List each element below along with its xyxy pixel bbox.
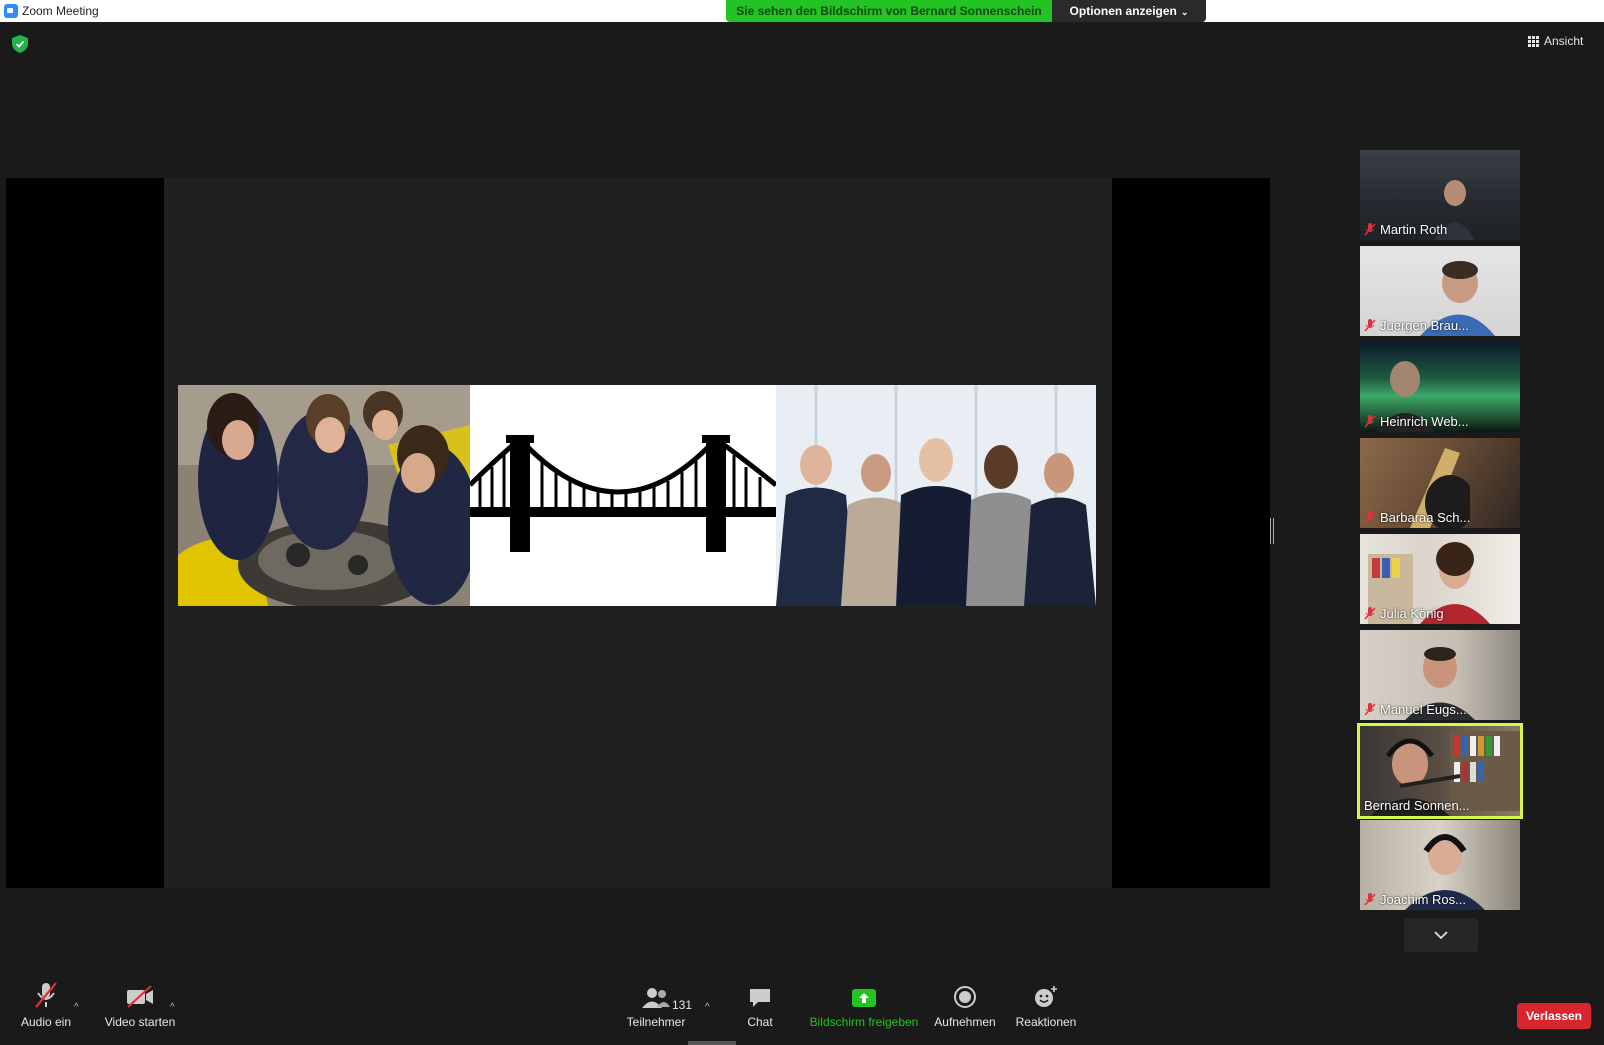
- participant-name: Heinrich Web...: [1364, 414, 1469, 429]
- audio-button[interactable]: Audio ein: [14, 978, 78, 1045]
- video-button-label: Video starten: [104, 1015, 176, 1029]
- mic-muted-icon: [1364, 511, 1376, 524]
- participant-name: Julia König: [1364, 606, 1444, 621]
- grid-icon: [1528, 35, 1539, 47]
- shield-icon[interactable]: [12, 35, 28, 53]
- view-button-label: Ansicht: [1544, 34, 1584, 48]
- participant-tile[interactable]: Julia König: [1360, 534, 1520, 624]
- business-team-image: [776, 385, 1096, 606]
- share-screen-icon: [852, 989, 876, 1007]
- presentation-banner: [178, 385, 1096, 606]
- chat-button[interactable]: Chat: [736, 978, 784, 1045]
- mic-muted-icon: [1364, 319, 1376, 332]
- zoom-app-icon: [4, 4, 18, 18]
- participant-name: Joachim Ros...: [1364, 892, 1466, 907]
- mic-muted-icon: [1364, 223, 1376, 236]
- video-button[interactable]: Video starten: [100, 978, 180, 1045]
- video-options-caret[interactable]: ^: [170, 1002, 175, 1013]
- participant-tile[interactable]: Martin Roth: [1360, 150, 1520, 240]
- view-button[interactable]: Ansicht: [1528, 34, 1583, 48]
- view-options-button[interactable]: Optionen anzeigen ⌄: [1052, 0, 1206, 22]
- thumbnail-scroll-down-button[interactable]: [1404, 918, 1478, 952]
- reactions-button[interactable]: Reaktionen: [1010, 978, 1082, 1045]
- participants-icon: [642, 988, 670, 1008]
- participants-count: 131: [672, 998, 693, 1012]
- share-screen-button-label: Bildschirm freigeben: [809, 1015, 919, 1029]
- participant-name: Martin Roth: [1364, 222, 1447, 237]
- participant-tile[interactable]: Joachim Ros...: [1360, 820, 1520, 910]
- shared-screen-content: [164, 178, 1112, 888]
- audio-options-caret[interactable]: ^: [74, 1002, 79, 1013]
- chevron-down-icon: ⌄: [1180, 7, 1189, 17]
- chevron-down-icon: [1434, 930, 1448, 939]
- participant-tile[interactable]: Juergen Brau...: [1360, 246, 1520, 336]
- participant-tile[interactable]: Barbaraa Sch...: [1360, 438, 1520, 528]
- panel-splitter-handle[interactable]: [1270, 518, 1274, 544]
- reactions-icon: [1035, 986, 1057, 1007]
- record-button-label: Aufnehmen: [934, 1015, 996, 1029]
- toolbar-active-indicator: [688, 1041, 736, 1045]
- meeting-toolbar: [0, 978, 1604, 1045]
- participant-tile[interactable]: Heinrich Web...: [1360, 342, 1520, 432]
- record-button[interactable]: Aufnehmen: [932, 978, 998, 1045]
- chat-button-label: Chat: [747, 1015, 773, 1029]
- participants-button-label: Teilnehmer: [626, 1015, 686, 1029]
- audio-button-label: Audio ein: [20, 1015, 72, 1029]
- bridge-image: [470, 385, 776, 606]
- record-icon: [954, 986, 976, 1008]
- view-options-label: Optionen anzeigen: [1069, 4, 1177, 18]
- participant-name: Manuel Eugs...: [1364, 702, 1467, 717]
- mic-muted-icon: [35, 982, 57, 1008]
- students-engine-image: [178, 385, 470, 606]
- mic-muted-icon: [1364, 893, 1376, 906]
- reactions-button-label: Reaktionen: [1015, 1015, 1077, 1029]
- window-title: Zoom Meeting: [22, 4, 99, 18]
- participants-options-caret[interactable]: ^: [705, 1002, 710, 1013]
- shared-screen: [6, 178, 1270, 888]
- chat-icon: [750, 989, 770, 1007]
- participant-tile[interactable]: Manuel Eugs...: [1360, 630, 1520, 720]
- participant-tile-active-speaker[interactable]: Bernard Sonnen...: [1357, 723, 1523, 819]
- mic-muted-icon: [1364, 703, 1376, 716]
- mic-muted-icon: [1364, 607, 1376, 620]
- participant-name: Juergen Brau...: [1364, 318, 1469, 333]
- video-off-icon: [127, 985, 153, 1008]
- leave-button[interactable]: Verlassen: [1517, 1003, 1591, 1029]
- participant-name: Bernard Sonnen...: [1364, 798, 1470, 813]
- mic-muted-icon: [1364, 415, 1376, 428]
- participant-name: Barbaraa Sch...: [1364, 510, 1470, 525]
- screen-share-banner: Sie sehen den Bildschirm von Bernard Son…: [726, 0, 1052, 22]
- share-screen-button[interactable]: Bildschirm freigeben: [804, 978, 924, 1045]
